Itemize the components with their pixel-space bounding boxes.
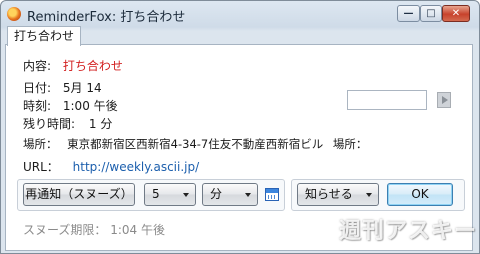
snooze-button[interactable]: 再通知（スヌーズ） bbox=[23, 183, 135, 206]
remaining-row: 残り時間: 1 分 bbox=[23, 115, 112, 132]
date-label: 日付: bbox=[23, 81, 52, 95]
notify-select-value: 知らせる bbox=[305, 187, 353, 201]
date-row: 日付: 5月 14 bbox=[23, 79, 102, 96]
remaining-value: 1 分 bbox=[88, 117, 113, 131]
reminder-window: ReminderFox: 打ち合わせ — □ ✕ 打ち合わせ 内容: 打ち合わせ… bbox=[0, 0, 480, 254]
url-row: URL： http://weekly.ascii.jp/ bbox=[23, 158, 199, 175]
watermark: 週刊アスキー bbox=[339, 219, 478, 244]
ok-button[interactable]: OK bbox=[387, 183, 453, 206]
date-value: 5月 14 bbox=[62, 81, 102, 95]
url-label: URL： bbox=[23, 160, 59, 174]
snooze-until-text: スヌーズ期限： 1:04 午後 bbox=[23, 223, 165, 237]
close-button[interactable]: ✕ bbox=[442, 5, 470, 22]
close-icon: ✕ bbox=[451, 8, 461, 19]
title-bar[interactable]: ReminderFox: 打ち合わせ — □ ✕ bbox=[1, 1, 479, 27]
calendar-icon[interactable] bbox=[265, 188, 279, 201]
content-row: 内容: 打ち合わせ bbox=[23, 57, 123, 74]
location-label: 場所： bbox=[23, 137, 58, 151]
window-title: ReminderFox: 打ち合わせ bbox=[27, 10, 186, 25]
location-row: 場所： 東京都新宿区西新宿4-34-7住友不動産西新宿ビル 場所： bbox=[23, 136, 367, 152]
minimize-button[interactable]: — bbox=[397, 5, 420, 22]
content-label: 内容: bbox=[23, 59, 52, 73]
chevron-down-icon bbox=[245, 193, 251, 197]
location-value: 東京都新宿区西新宿4-34-7住友不動産西新宿ビル bbox=[67, 137, 324, 151]
maximize-icon: □ bbox=[426, 8, 436, 19]
remaining-label: 残り時間: bbox=[23, 117, 76, 131]
notify-select[interactable]: 知らせる bbox=[297, 183, 379, 206]
url-link[interactable]: http://weekly.ascii.jp/ bbox=[73, 160, 200, 174]
snooze-amount-value: 5 bbox=[152, 187, 160, 201]
maximize-button[interactable]: □ bbox=[420, 5, 442, 22]
snooze-unit-select[interactable]: 分 bbox=[202, 183, 258, 206]
time-label: 時刻: bbox=[23, 99, 52, 113]
tab-reminder[interactable]: 打ち合わせ bbox=[7, 26, 82, 46]
snooze-amount-select[interactable]: 5 bbox=[144, 183, 196, 206]
time-value: 1:00 午後 bbox=[62, 99, 118, 113]
chevron-down-icon bbox=[366, 193, 372, 197]
location-input[interactable] bbox=[347, 90, 427, 110]
location-label-2: 場所： bbox=[332, 137, 368, 151]
snooze-unit-value: 分 bbox=[210, 187, 223, 201]
content-value: 打ち合わせ bbox=[62, 59, 123, 73]
firefox-icon bbox=[7, 7, 21, 21]
chevron-down-icon bbox=[183, 193, 189, 197]
time-row: 時刻: 1:00 午後 bbox=[23, 97, 118, 114]
minimize-icon: — bbox=[403, 8, 414, 19]
play-icon[interactable] bbox=[437, 92, 451, 108]
